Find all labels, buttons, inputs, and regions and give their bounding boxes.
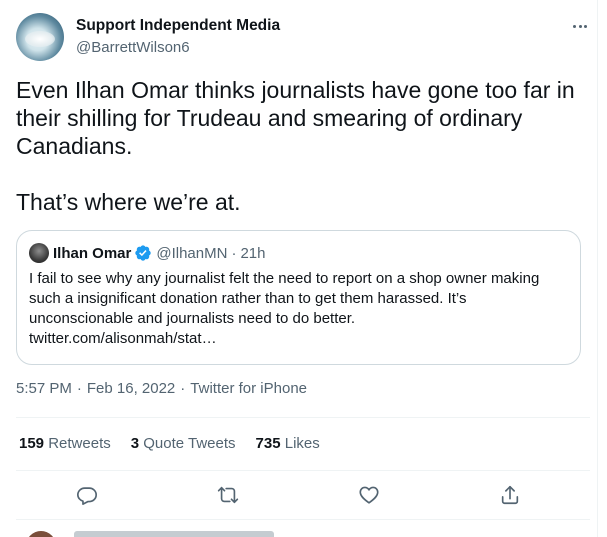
retweets-count: 159: [19, 435, 45, 452]
tweet-time[interactable]: 5:57 PM: [16, 380, 72, 397]
tweet-actions: [16, 480, 590, 510]
author-avatar[interactable]: [16, 13, 64, 61]
next-tweet-avatar: [26, 531, 56, 537]
quoted-tweet-text: I fail to see why any journalist felt th…: [29, 270, 540, 327]
quote-tweets-count: 3: [130, 435, 140, 452]
quoted-tweet[interactable]: Ilhan Omar @IlhanMN · 21h I fail to see …: [16, 230, 581, 365]
quote-tweets-label: Quote Tweets: [143, 435, 236, 452]
quoted-author-handle: @IlhanMN: [156, 244, 228, 262]
tweet-text-line: That’s where we’re at.: [16, 189, 241, 215]
quoted-tweet-link[interactable]: twitter.com/alisonmah/stat…: [29, 329, 569, 349]
likes-count: 735: [255, 435, 281, 452]
reply-icon[interactable]: [74, 482, 100, 508]
author-display-name[interactable]: Support Independent Media: [76, 17, 280, 35]
separator-dot: ·: [76, 380, 82, 397]
quoted-tweet-time: 21h: [240, 244, 266, 262]
like-icon[interactable]: [356, 482, 382, 508]
author-handle[interactable]: @BarrettWilson6: [76, 39, 190, 56]
tweet-stats: 159 Retweets 3 Quote Tweets 735 Likes: [19, 435, 320, 452]
more-options-icon[interactable]: [570, 19, 590, 33]
tweet-meta: 5:57 PM · Feb 16, 2022 · Twitter for iPh…: [16, 380, 307, 397]
next-tweet-text-placeholder: [74, 531, 274, 537]
quoted-author-avatar: [29, 243, 49, 263]
tweet-date[interactable]: Feb 16, 2022: [87, 380, 175, 397]
likes-label: Likes: [284, 435, 320, 452]
share-icon[interactable]: [497, 482, 523, 508]
tweet-source[interactable]: Twitter for iPhone: [190, 380, 307, 397]
separator-dot: ·: [180, 380, 186, 397]
divider: [16, 417, 590, 418]
quote-tweets-stat[interactable]: 3 Quote Tweets: [131, 435, 236, 452]
retweets-stat[interactable]: 159 Retweets: [19, 435, 111, 452]
quoted-tweet-body: I fail to see why any journalist felt th…: [29, 269, 569, 349]
quoted-tweet-header: Ilhan Omar @IlhanMN · 21h: [29, 243, 265, 263]
divider: [16, 519, 590, 520]
quoted-author-name: Ilhan Omar: [53, 244, 132, 262]
tweet-text: Even Ilhan Omar thinks journalists have …: [16, 76, 586, 216]
verified-badge-icon: [135, 245, 152, 261]
divider: [16, 470, 590, 471]
next-tweet-preview: [16, 527, 590, 537]
retweets-label: Retweets: [48, 435, 111, 452]
tweet-header: Support Independent Media @BarrettWilson…: [16, 13, 590, 63]
column-border: [597, 0, 598, 537]
separator-dot: ·: [231, 244, 237, 262]
tweet-text-line: Even Ilhan Omar thinks journalists have …: [16, 77, 575, 159]
retweet-icon[interactable]: [215, 482, 241, 508]
likes-stat[interactable]: 735 Likes: [256, 435, 320, 452]
